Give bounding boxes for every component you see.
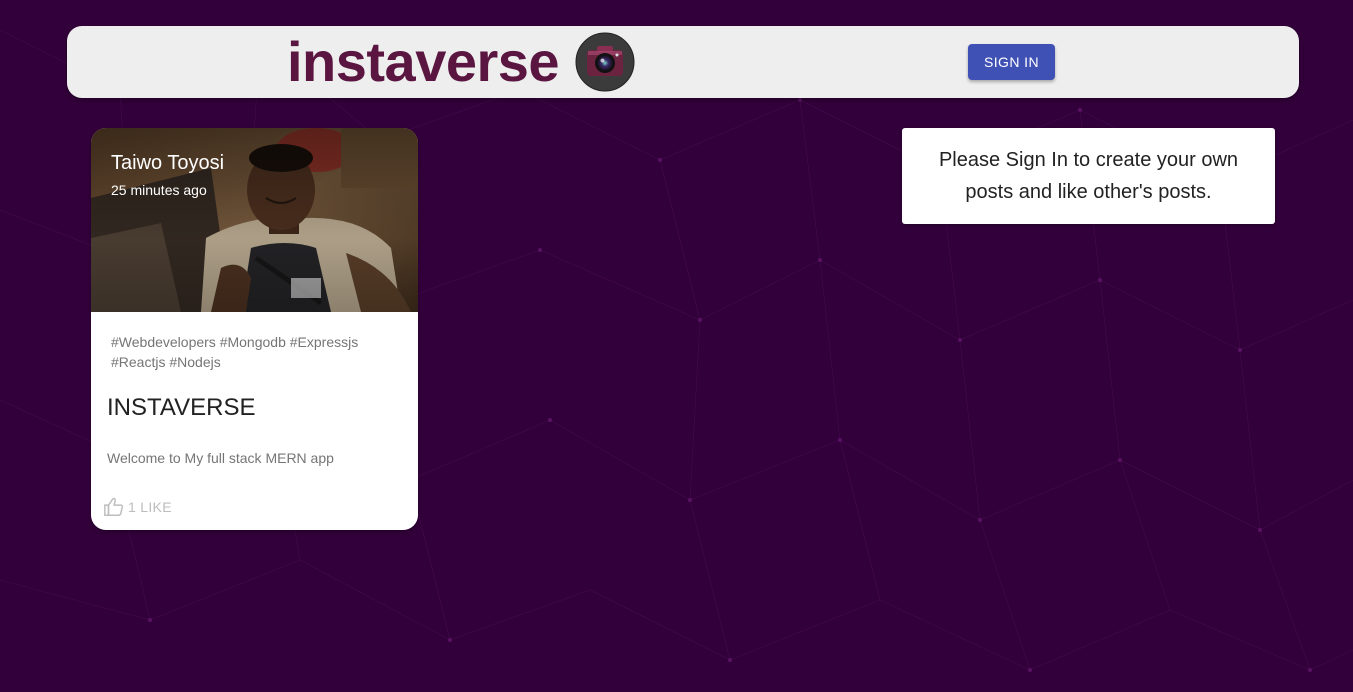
post-message: Welcome to My full stack MERN app: [107, 450, 334, 466]
sign-in-button[interactable]: SIGN IN: [968, 44, 1055, 80]
post-title: INSTAVERSE: [107, 394, 256, 421]
post-author: Taiwo Toyosi: [111, 152, 225, 174]
thumb-up-icon: [104, 497, 124, 516]
sign-in-notice-text: Please Sign In to create your own posts …: [938, 149, 1239, 203]
post-image: Taiwo Toyosi 25 minutes ago: [91, 128, 418, 312]
sign-in-notice: Please Sign In to create your own posts …: [902, 128, 1275, 224]
brand[interactable]: instaverse: [287, 30, 635, 94]
post-tags: #Webdevelopers #Mongodb #Expressjs #Reac…: [111, 334, 359, 370]
post-card: Taiwo Toyosi 25 minutes ago #Webdevelope…: [91, 128, 418, 530]
app-title[interactable]: instaverse: [287, 30, 560, 94]
like-button[interactable]: 1 LIKE: [103, 496, 172, 518]
camera-icon: [575, 32, 635, 92]
app-bar: instaverse SIGN IN: [67, 26, 1299, 98]
like-count: 1 LIKE: [128, 499, 172, 515]
post-timestamp: 25 minutes ago: [111, 182, 207, 198]
